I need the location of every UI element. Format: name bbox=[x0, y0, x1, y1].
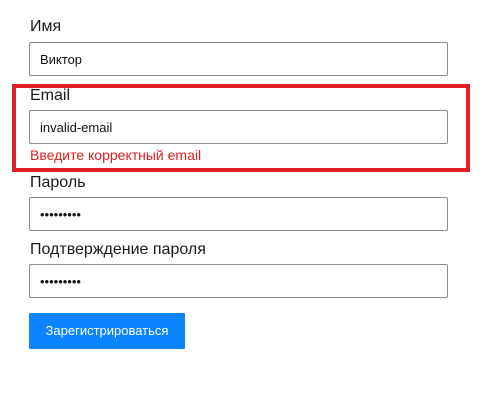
name-input[interactable] bbox=[29, 42, 448, 76]
confirm-password-label: Подтверждение пароля bbox=[30, 241, 206, 258]
password-label: Пароль bbox=[30, 174, 86, 191]
email-label: Email bbox=[30, 87, 71, 104]
register-button[interactable]: Зарегистрироваться bbox=[29, 313, 185, 349]
email-error-message: Введите корректный email bbox=[30, 147, 202, 163]
confirm-password-input[interactable] bbox=[29, 264, 448, 298]
name-label: Имя bbox=[30, 18, 62, 35]
password-input[interactable] bbox=[29, 197, 448, 231]
email-input[interactable] bbox=[29, 110, 448, 144]
